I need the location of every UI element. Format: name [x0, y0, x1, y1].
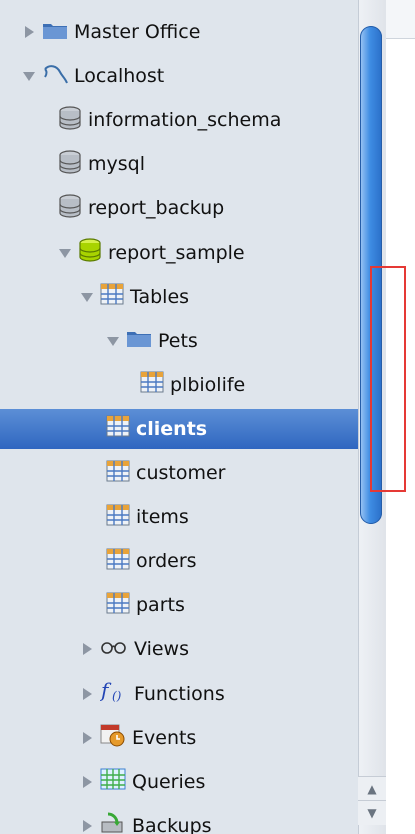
tree-item-label: Tables: [130, 285, 190, 308]
scroll-up-arrow-icon: ▲: [367, 782, 377, 796]
table-icon: [100, 283, 124, 310]
scroll-down-arrow-icon: ▼: [367, 806, 377, 820]
glasses-icon: [100, 638, 128, 660]
disclosure-closed-icon[interactable]: [80, 775, 94, 789]
tree-item-label: Queries: [132, 770, 206, 793]
table-icon: [106, 592, 130, 619]
tree-item-mysql[interactable]: mysql: [0, 144, 358, 184]
disclosure-open-icon[interactable]: [58, 246, 72, 260]
scroll-up-button[interactable]: ▲: [358, 776, 386, 801]
events-icon: [100, 723, 126, 752]
disclosure-closed-icon[interactable]: [80, 687, 94, 701]
tree-item-label: plbiolife: [170, 373, 246, 396]
tree-item-events[interactable]: Events: [0, 718, 358, 758]
table-icon: [106, 504, 130, 531]
tree-item-label: information_schema: [88, 109, 282, 132]
svg-text:f: f: [100, 679, 112, 702]
table-icon: [106, 548, 130, 575]
tree-item-label: report_sample: [108, 241, 245, 264]
tree-item-label: Pets: [158, 329, 198, 352]
scroll-down-button[interactable]: ▼: [358, 800, 386, 825]
disclosure-open-icon[interactable]: [106, 334, 120, 348]
tree-item-tables[interactable]: Tables: [0, 277, 358, 317]
mysql-dolphin-icon: [42, 63, 68, 90]
tree-item-label: clients: [136, 417, 208, 440]
tree-item-customer[interactable]: customer: [0, 453, 358, 493]
tree-item-label: Functions: [134, 682, 225, 705]
tree-item-functions[interactable]: f() Functions: [0, 674, 358, 714]
backups-icon: [100, 812, 126, 834]
tree-item-label: Backups: [132, 814, 212, 834]
database-open-icon: [78, 238, 102, 267]
content-pane-corner: [388, 812, 415, 834]
tree-item-orders[interactable]: orders: [0, 541, 358, 581]
tree-item-report-backup[interactable]: report_backup: [0, 188, 358, 228]
disclosure-closed-icon[interactable]: [22, 25, 36, 39]
table-icon: [106, 460, 130, 487]
tree-item-label: report_backup: [88, 197, 225, 220]
disclosure-open-icon[interactable]: [22, 69, 36, 83]
annotation-highlight-box: [370, 266, 406, 492]
folder-icon: [126, 328, 152, 353]
tree-item-label: Views: [134, 638, 189, 661]
disclosure-closed-icon[interactable]: [80, 642, 94, 656]
table-icon: [140, 371, 164, 398]
tree-item-localhost[interactable]: Localhost: [0, 56, 358, 96]
tree-item-pets[interactable]: Pets: [0, 321, 358, 361]
tree-item-plbiolife[interactable]: plbiolife: [0, 365, 358, 405]
tree-item-label: parts: [136, 594, 185, 617]
queries-icon: [100, 768, 126, 795]
content-pane-header: [386, 0, 415, 39]
database-icon: [58, 150, 82, 179]
tree-item-clients[interactable]: clients: [0, 408, 358, 449]
tree-item-queries[interactable]: Queries: [0, 762, 358, 802]
tree-item-parts[interactable]: parts: [0, 585, 358, 625]
tree-item-label: Master Office: [74, 21, 201, 43]
sidebar-tree[interactable]: Master Office Localhost information_schema…: [0, 0, 358, 834]
database-icon: [58, 194, 82, 223]
table-icon: [106, 415, 130, 442]
tree-item-label: mysql: [88, 153, 145, 176]
tree-item-backups[interactable]: Backups: [0, 806, 358, 834]
tree-item-master-office[interactable]: Master Office: [0, 12, 358, 52]
tree-item-label: Events: [132, 726, 197, 749]
disclosure-closed-icon[interactable]: [80, 819, 94, 833]
database-icon: [58, 106, 82, 135]
tree-item-report-sample[interactable]: report_sample: [0, 233, 358, 273]
tree-item-label: items: [136, 506, 189, 529]
tree-item-label: Localhost: [74, 65, 165, 88]
tree-item-views[interactable]: Views: [0, 629, 358, 669]
folder-icon: [42, 20, 68, 45]
svg-text:(): (): [112, 689, 122, 703]
tree-item-label: orders: [136, 550, 197, 573]
disclosure-open-icon[interactable]: [80, 290, 94, 304]
disclosure-closed-icon[interactable]: [80, 731, 94, 745]
function-icon: f(): [99, 678, 128, 708]
tree-item-label: customer: [136, 462, 226, 484]
tree-item-information-schema[interactable]: information_schema: [0, 100, 358, 140]
tree-item-items[interactable]: items: [0, 497, 358, 537]
